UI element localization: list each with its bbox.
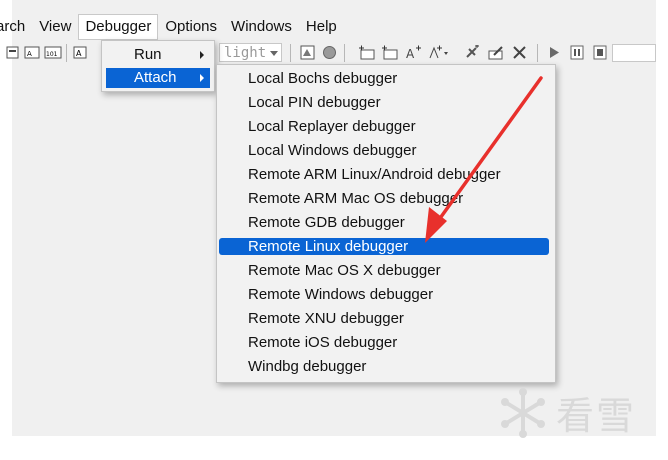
attach-submenu: Local Bochs debugger Local PIN debugger …: [216, 64, 556, 383]
submenu-arrow-icon: [200, 74, 204, 82]
attach-item-remote-arm-linux[interactable]: Remote ARM Linux/Android debugger: [219, 166, 549, 183]
graph-icon[interactable]: [300, 45, 315, 60]
attach-item-remote-xnu[interactable]: Remote XNU debugger: [219, 310, 549, 327]
menu-view[interactable]: View: [32, 14, 78, 40]
menu-debugger[interactable]: Debugger: [78, 14, 159, 40]
hex-view-icon[interactable]: A: [24, 45, 40, 60]
attach-item-remote-gdb[interactable]: Remote GDB debugger: [219, 214, 549, 231]
attach-item-windbg[interactable]: Windbg debugger: [219, 358, 549, 375]
add-segment-icon[interactable]: [358, 45, 375, 60]
debugger-select[interactable]: light: [219, 43, 282, 62]
attach-item-local-bochs[interactable]: Local Bochs debugger: [219, 70, 549, 87]
add-struct-icon[interactable]: [381, 45, 398, 60]
close-icon[interactable]: [512, 45, 527, 60]
play-icon[interactable]: [547, 45, 561, 60]
menu-item-label: Attach: [134, 69, 177, 86]
add-string-icon[interactable]: A: [405, 45, 422, 60]
attach-item-remote-windows[interactable]: Remote Windows debugger: [219, 286, 549, 303]
attach-item-remote-ios[interactable]: Remote iOS debugger: [219, 334, 549, 351]
menu-windows[interactable]: Windows: [224, 14, 299, 40]
svg-text:A: A: [76, 49, 82, 58]
patch-icon[interactable]: [464, 45, 480, 60]
menu-help[interactable]: Help: [299, 14, 344, 40]
svg-text:A: A: [406, 47, 415, 60]
watermark: 看雪: [498, 385, 636, 440]
watermark-text: 看雪: [556, 394, 637, 438]
binary-view-icon[interactable]: 101: [44, 45, 62, 60]
menu-bar: arch View Debugger Options Windows Help: [0, 14, 344, 40]
attach-item-remote-linux[interactable]: Remote Linux debugger: [219, 238, 549, 255]
toolbar-separator: [66, 44, 67, 62]
chevron-down-icon: [270, 51, 278, 56]
breakpoint-icon[interactable]: [322, 45, 337, 60]
toolbar-separator: [344, 44, 345, 62]
attach-item-local-windows[interactable]: Local Windows debugger: [219, 142, 549, 159]
menu-options[interactable]: Options: [158, 14, 224, 40]
toolbar-separator: [537, 44, 538, 62]
edit-icon[interactable]: [488, 45, 505, 60]
svg-text:101: 101: [46, 51, 58, 58]
attach-item-remote-arm-macos[interactable]: Remote ARM Mac OS debugger: [219, 190, 549, 207]
attach-item-remote-macosx[interactable]: Remote Mac OS X debugger: [219, 262, 549, 279]
stop-icon[interactable]: [593, 45, 607, 60]
text-search-icon[interactable]: A: [72, 45, 88, 60]
submenu-arrow-icon: [200, 51, 204, 59]
menu-item-run[interactable]: Run: [106, 45, 210, 65]
attach-item-local-pin[interactable]: Local PIN debugger: [219, 94, 549, 111]
menu-search[interactable]: arch: [0, 14, 32, 40]
snowflake-logo-icon: [501, 387, 545, 438]
menu-item-attach[interactable]: Attach: [106, 68, 210, 88]
debugger-select-value: light: [224, 45, 267, 61]
toolbar-field[interactable]: [612, 44, 656, 62]
toolbar-icon[interactable]: [6, 45, 19, 60]
toolbar-separator: [290, 44, 291, 62]
add-data-icon[interactable]: [428, 45, 452, 60]
pause-icon[interactable]: [570, 45, 584, 60]
menu-item-label: Run: [134, 46, 162, 63]
attach-item-local-replayer[interactable]: Local Replayer debugger: [219, 118, 549, 135]
debugger-menu: Run Attach: [101, 40, 215, 92]
svg-text:A: A: [27, 50, 32, 58]
